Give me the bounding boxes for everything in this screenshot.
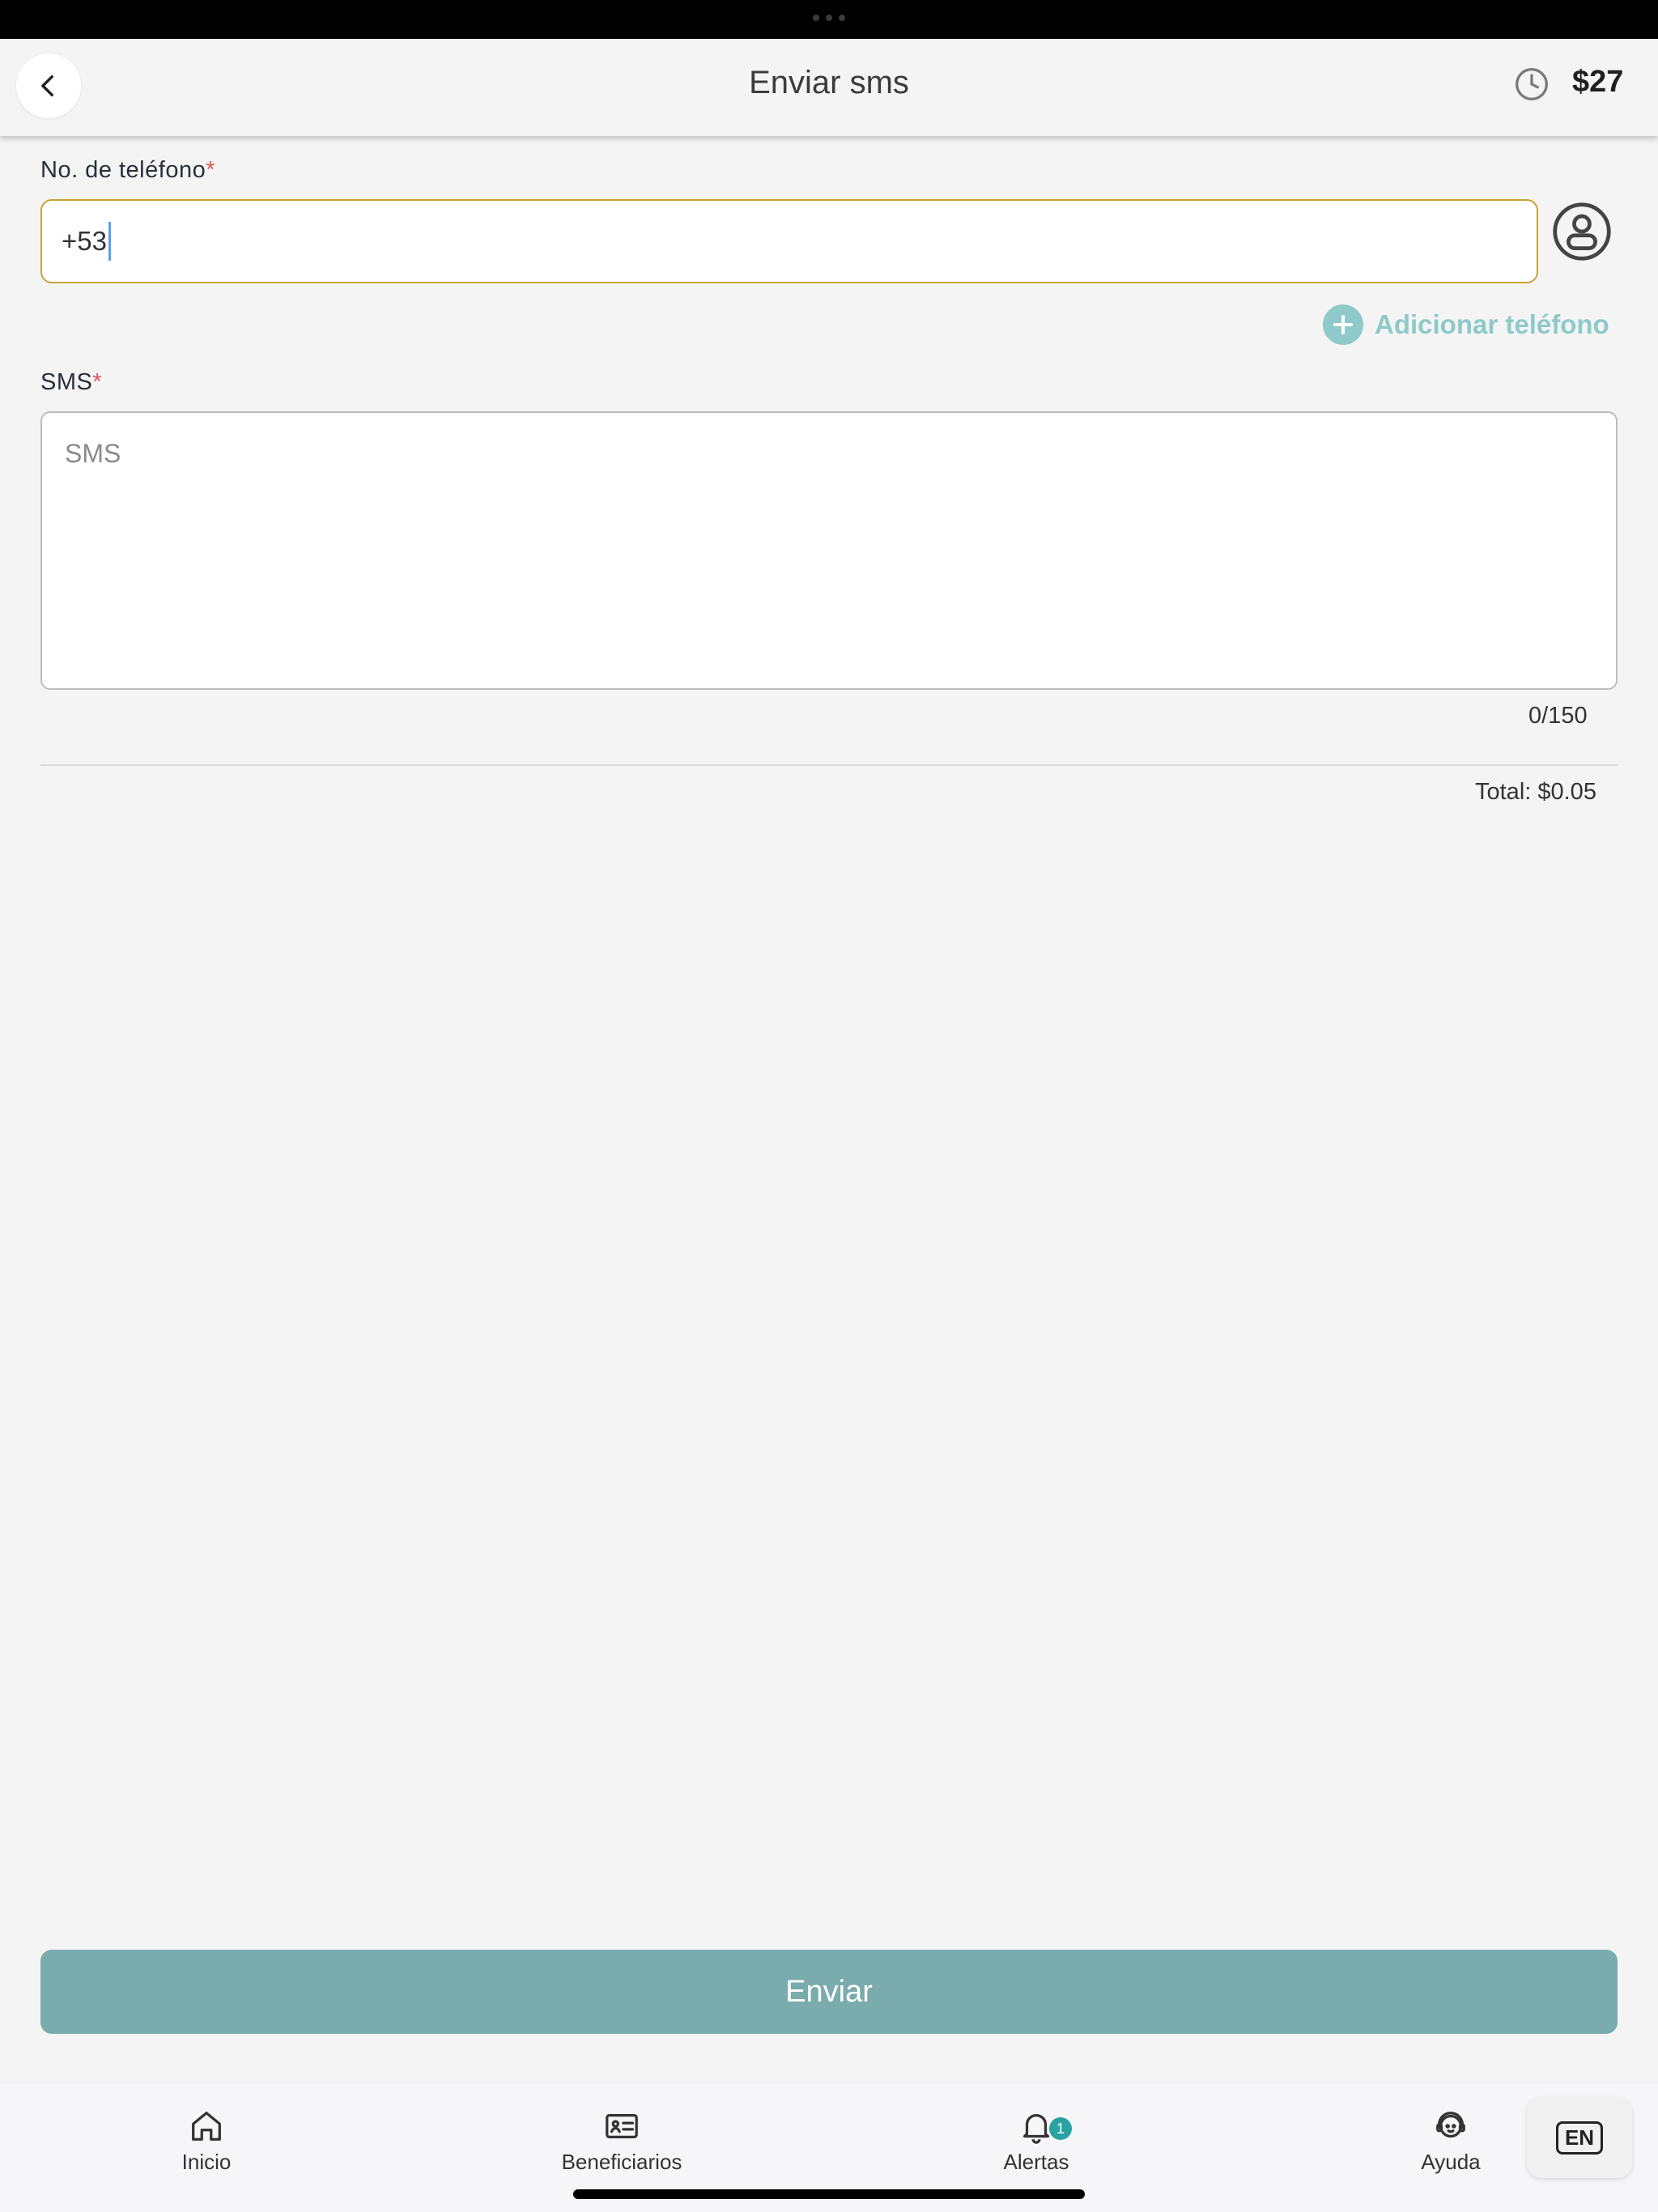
language-toggle-button[interactable]: EN: [1527, 2097, 1632, 2178]
send-sms-screen: Enviar sms $27 No. de teléfono* +53 Adic…: [0, 0, 1658, 2212]
page-title: Enviar sms: [749, 65, 909, 100]
total-cost: Total: $0.05: [1475, 779, 1596, 805]
status-bar: [0, 0, 1658, 39]
nav-label-inicio: Inicio: [181, 2150, 232, 2174]
nav-item-beneficiarios[interactable]: Beneficiarios: [517, 2108, 727, 2175]
phone-input-value: +53: [62, 226, 107, 256]
add-phone-label: Adicionar teléfono: [1375, 309, 1609, 339]
required-mark: *: [92, 369, 103, 395]
nav-item-inicio[interactable]: Inicio: [101, 2108, 312, 2175]
sms-label: SMS*: [40, 369, 102, 396]
send-button[interactable]: Enviar: [40, 1950, 1618, 2034]
phone-input[interactable]: +53: [40, 199, 1538, 283]
multitasking-dots-icon[interactable]: [813, 15, 845, 21]
divider: [40, 764, 1618, 766]
top-header: Enviar sms $27: [0, 39, 1658, 136]
nav-item-alertas[interactable]: 1 Alertas: [931, 2108, 1141, 2175]
plus-circle-icon: [1323, 304, 1363, 345]
nav-label-ayuda: Ayuda: [1421, 2150, 1481, 2174]
add-phone-button[interactable]: Adicionar teléfono: [1323, 304, 1609, 345]
nav-item-ayuda[interactable]: Ayuda: [1346, 2108, 1556, 2175]
nav-label-alertas: Alertas: [1003, 2150, 1069, 2174]
language-code: EN: [1555, 2121, 1604, 2155]
phone-label-text: No. de teléfono: [40, 157, 206, 183]
support-agent-icon: [1436, 2112, 1465, 2138]
send-button-label: Enviar: [785, 1974, 873, 2009]
balance-amount: $27: [1572, 65, 1624, 99]
sms-textarea[interactable]: SMS: [40, 411, 1618, 690]
required-mark: *: [206, 157, 215, 183]
sms-label-text: SMS: [40, 369, 93, 395]
contact-picker-icon[interactable]: [1551, 201, 1613, 262]
text-caret: [108, 222, 111, 261]
alert-count-badge: 1: [1049, 2117, 1072, 2140]
home-indicator[interactable]: [573, 2189, 1085, 2199]
home-icon: [192, 2112, 221, 2141]
sms-placeholder: SMS: [65, 439, 121, 468]
history-clock-icon[interactable]: [1514, 66, 1550, 102]
nav-label-beneficiarios: Beneficiarios: [561, 2150, 682, 2174]
phone-label: No. de teléfono*: [40, 157, 215, 184]
char-counter: 0/150: [1528, 703, 1588, 729]
id-card-icon: [606, 2113, 638, 2139]
